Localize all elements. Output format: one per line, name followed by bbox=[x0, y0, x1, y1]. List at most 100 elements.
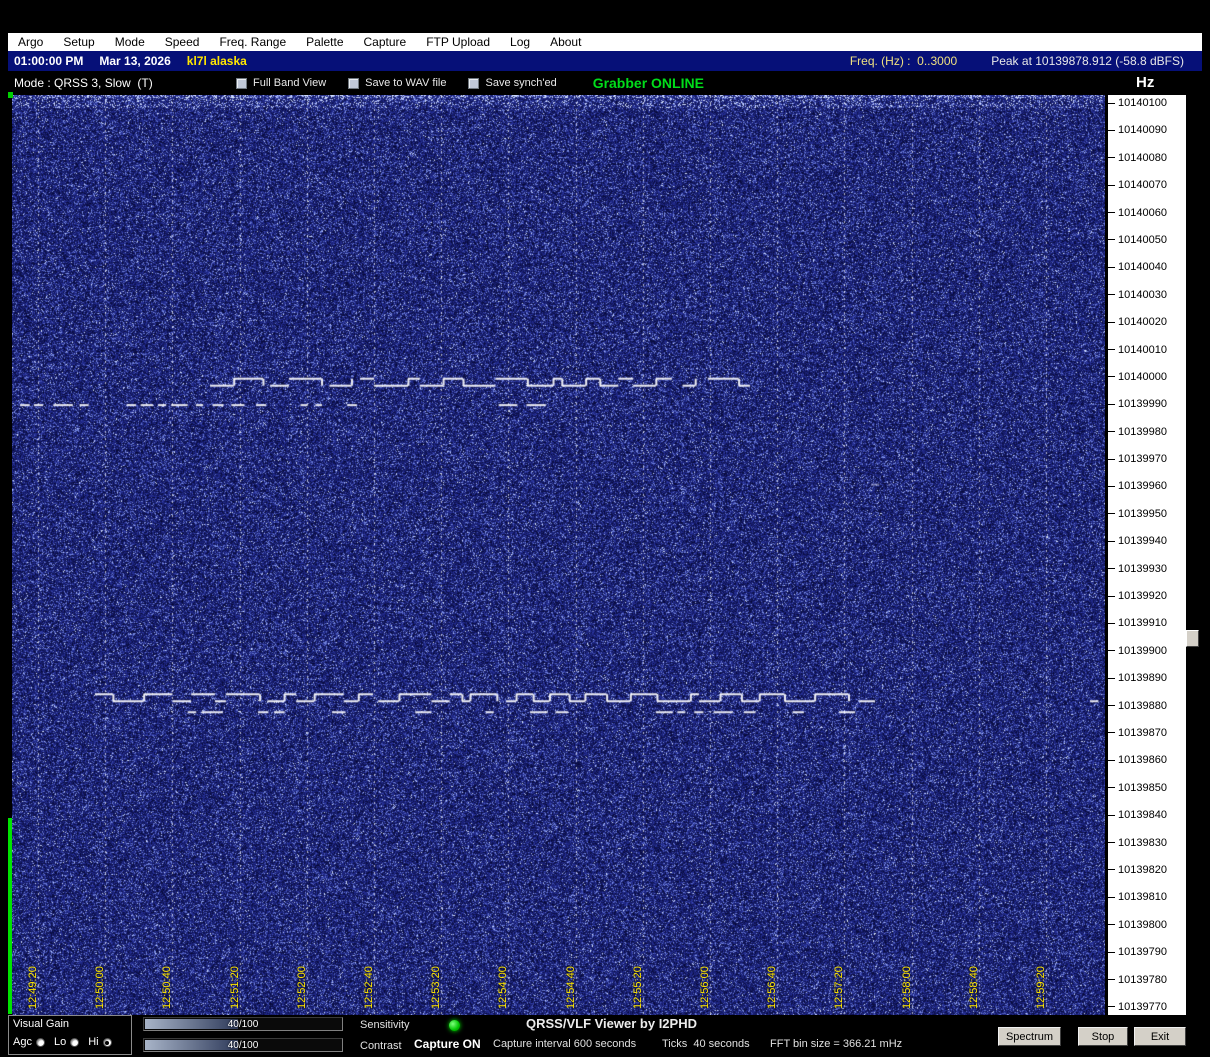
menu-item[interactable]: Speed bbox=[155, 35, 210, 49]
freq-tick-label: 10139810 bbox=[1118, 891, 1167, 904]
freq-tick-label: 10139930 bbox=[1118, 562, 1167, 575]
freq-tick-mark bbox=[1108, 869, 1115, 871]
freq-tick-mark bbox=[1108, 184, 1115, 186]
freq-tick-mark bbox=[1108, 787, 1115, 789]
save-wav-checkbox[interactable]: Save to WAV file bbox=[348, 77, 446, 89]
freq-tick-mark bbox=[1108, 814, 1115, 816]
freq-tick-label: 10139830 bbox=[1118, 836, 1167, 849]
freq-tick-label: 10140050 bbox=[1118, 233, 1167, 246]
menu-item[interactable]: Setup bbox=[53, 35, 104, 49]
frequency-scale-row: 10139780 bbox=[1108, 974, 1186, 986]
frequency-scale-row: 10140020 bbox=[1108, 316, 1186, 328]
menu-item[interactable]: Argo bbox=[8, 35, 53, 49]
peak-readout: Peak at 10139878.912 (-58.8 dBFS) bbox=[991, 54, 1184, 68]
freq-tick-label: 10140070 bbox=[1118, 179, 1167, 192]
stop-button[interactable]: Stop bbox=[1078, 1027, 1128, 1046]
menu-item[interactable]: Freq. Range bbox=[209, 35, 296, 49]
capture-progress-strip bbox=[8, 818, 12, 1014]
freq-tick-label: 10139840 bbox=[1118, 809, 1167, 822]
frequency-scale-row: 10139790 bbox=[1108, 946, 1186, 958]
contrast-label: Contrast bbox=[360, 1040, 402, 1052]
fft-bin-label: FFT bin size = 366.21 mHz bbox=[770, 1038, 903, 1050]
freq-range-label: Freq. (Hz) : 0..3000 bbox=[849, 54, 958, 68]
freq-tick-mark bbox=[1108, 458, 1115, 460]
freq-tick-label: 10139880 bbox=[1118, 699, 1167, 712]
frequency-scale-row: 10139990 bbox=[1108, 398, 1186, 410]
freq-tick-mark bbox=[1108, 431, 1115, 433]
frequency-scale-row: 10139920 bbox=[1108, 590, 1186, 602]
gain-radio-option[interactable]: Hi bbox=[88, 1036, 112, 1048]
menu-item[interactable]: About bbox=[540, 35, 591, 49]
capture-interval-label: Capture interval 600 seconds bbox=[493, 1038, 637, 1050]
frequency-scale: 10140100 10140090 10140080 10140070 1014… bbox=[1108, 95, 1186, 1015]
freq-tick-mark bbox=[1108, 129, 1115, 131]
sensitivity-slider[interactable]: 40/100 bbox=[143, 1017, 343, 1031]
frequency-scale-row: 10139930 bbox=[1108, 563, 1186, 575]
freq-tick-mark bbox=[1108, 1006, 1115, 1008]
freq-tick-mark bbox=[1108, 896, 1115, 898]
freq-tick-mark bbox=[1108, 540, 1115, 542]
frequency-scale-row: 10139830 bbox=[1108, 837, 1186, 849]
freq-tick-label: 10139820 bbox=[1118, 863, 1167, 876]
save-synched-checkbox[interactable]: Save synch'ed bbox=[468, 77, 557, 89]
menu-item[interactable]: Capture bbox=[354, 35, 417, 49]
full-band-view-checkbox[interactable]: Full Band View bbox=[236, 77, 326, 89]
title-status-bar: 01:00:00 PM Mar 13, 2026 kl7l alaska Fre… bbox=[8, 51, 1202, 71]
menu-item[interactable]: Log bbox=[500, 35, 540, 49]
freq-tick-label: 10140000 bbox=[1118, 370, 1167, 383]
freq-tick-mark bbox=[1108, 403, 1115, 405]
frequency-scale-row: 10140050 bbox=[1108, 234, 1186, 246]
freq-tick-label: 10140090 bbox=[1118, 124, 1167, 137]
sensitivity-value: 40/100 bbox=[227, 1019, 259, 1030]
freq-tick-label: 10140080 bbox=[1118, 151, 1167, 164]
freq-tick-mark bbox=[1108, 376, 1115, 378]
freq-tick-label: 10139800 bbox=[1118, 918, 1167, 931]
menu-item[interactable]: Mode bbox=[105, 35, 155, 49]
freq-tick-label: 10139960 bbox=[1118, 480, 1167, 493]
waterfall-canvas[interactable] bbox=[12, 95, 1105, 1015]
menu-bar: Argo Setup Mode Speed Freq. Range Palett… bbox=[8, 33, 1202, 51]
freq-tick-mark bbox=[1108, 568, 1115, 570]
frequency-scale-row: 10139900 bbox=[1108, 645, 1186, 657]
freq-tick-label: 10140010 bbox=[1118, 343, 1167, 356]
freq-tick-mark bbox=[1108, 485, 1115, 487]
freq-tick-mark bbox=[1108, 650, 1115, 652]
checkbox-label: Full Band View bbox=[253, 77, 327, 89]
freq-tick-label: 10139900 bbox=[1118, 644, 1167, 657]
grabber-status: Grabber ONLINE bbox=[592, 75, 704, 91]
freq-tick-label: 10139940 bbox=[1118, 535, 1167, 548]
freq-tick-mark bbox=[1108, 622, 1115, 624]
frequency-scale-row: 10140000 bbox=[1108, 371, 1186, 383]
freq-tick-mark bbox=[1108, 979, 1115, 980]
scrollbar-thumb[interactable] bbox=[1186, 630, 1199, 647]
freq-tick-label: 10140020 bbox=[1118, 316, 1167, 329]
frequency-scale-row: 10139970 bbox=[1108, 453, 1186, 465]
exit-button[interactable]: Exit bbox=[1134, 1027, 1186, 1046]
freq-tick-mark bbox=[1108, 102, 1115, 104]
callsign-label: kl7l alaska bbox=[186, 54, 247, 68]
freq-tick-mark bbox=[1108, 513, 1115, 515]
mode-label: Mode : QRSS 3, Slow (T) bbox=[14, 76, 153, 90]
frequency-scale-row: 10139840 bbox=[1108, 809, 1186, 821]
capture-led-icon bbox=[449, 1020, 460, 1031]
menu-item[interactable]: FTP Upload bbox=[416, 35, 500, 49]
gain-radio-label: Lo bbox=[53, 1036, 67, 1048]
freq-tick-mark bbox=[1108, 266, 1115, 268]
frequency-scale-row: 10139880 bbox=[1108, 700, 1186, 712]
sensitivity-label: Sensitivity bbox=[360, 1019, 410, 1031]
frequency-scale-row: 10140090 bbox=[1108, 124, 1186, 136]
gain-radio-label: Agc bbox=[13, 1036, 32, 1048]
checkbox-label: Save synch'ed bbox=[485, 77, 557, 89]
freq-tick-mark bbox=[1108, 294, 1115, 296]
freq-tick-mark bbox=[1108, 732, 1115, 734]
freq-tick-label: 10140100 bbox=[1118, 97, 1167, 109]
spectrum-button[interactable]: Spectrum bbox=[998, 1027, 1061, 1046]
contrast-slider[interactable]: 40/100 bbox=[143, 1038, 343, 1052]
checkbox-label: Save to WAV file bbox=[365, 77, 447, 89]
gain-radio-option[interactable]: Lo bbox=[53, 1036, 80, 1048]
menu-item[interactable]: Palette bbox=[296, 35, 353, 49]
frequency-scale-row: 10139810 bbox=[1108, 891, 1186, 903]
frequency-scale-row: 10139770 bbox=[1108, 1001, 1186, 1013]
gain-radio-option[interactable]: Agc bbox=[13, 1036, 45, 1048]
frequency-scale-row: 10140100 bbox=[1108, 97, 1186, 109]
